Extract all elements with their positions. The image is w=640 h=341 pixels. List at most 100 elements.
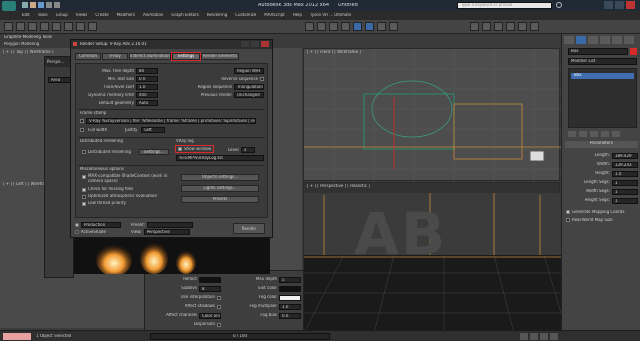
mat-checkbox[interactable] — [217, 322, 221, 327]
dialog-maximize-icon[interactable] — [251, 41, 259, 47]
close-icon[interactable] — [626, 1, 635, 9]
search-icon[interactable] — [556, 2, 562, 8]
setting-dropdown[interactable]: Auto — [136, 100, 158, 106]
tab-common[interactable]: Common — [75, 53, 101, 60]
distributed-checkbox[interactable] — [82, 150, 86, 154]
material-editor-icon[interactable] — [353, 22, 362, 31]
mat-checkbox[interactable] — [217, 295, 221, 300]
vray-icon-4[interactable] — [506, 22, 515, 31]
presets-button[interactable]: Presets — [181, 196, 259, 203]
link-icon[interactable] — [28, 22, 37, 31]
frame-stamp-field[interactable]: V-Ray %vrayversion | file: %filename | f… — [86, 118, 256, 124]
save-file-icon[interactable] — [38, 2, 44, 8]
setting-value[interactable]: 0.0 — [136, 76, 158, 82]
show-window-checkbox[interactable] — [178, 147, 182, 152]
show-end-result-icon[interactable] — [579, 131, 587, 137]
play-icon[interactable] — [520, 333, 528, 340]
level-field[interactable]: 3 — [240, 147, 255, 153]
menu-item-maxscript[interactable]: MAXScript — [264, 13, 285, 17]
menu-item-edit[interactable]: Edit — [22, 13, 30, 17]
viewport-top-right[interactable]: [ + ] [ Front ] [ Wireframe ] — [303, 48, 561, 182]
utilities-tab-icon[interactable] — [624, 36, 634, 44]
view-dropdown[interactable]: Perspective — [143, 229, 190, 235]
stack-item-box[interactable]: Box — [571, 73, 634, 79]
setting-dropdown[interactable]: Triangulation — [234, 84, 264, 90]
activeshade-radio[interactable] — [75, 230, 79, 234]
mat-value[interactable]: Color only — [199, 312, 221, 319]
align-icon[interactable] — [341, 22, 350, 31]
minimize-icon[interactable] — [604, 1, 613, 9]
menu-item-modifiers[interactable]: Modifiers — [117, 13, 135, 17]
object-name-field[interactable]: Box — [568, 48, 628, 55]
display-tab-icon[interactable] — [612, 36, 622, 44]
real-world-checkbox[interactable] — [566, 218, 570, 222]
distributed-settings-button[interactable]: Settings... — [138, 149, 170, 155]
mirror-icon[interactable] — [329, 22, 338, 31]
param-value[interactable]: 139.243 — [612, 161, 638, 168]
objects-settings-button[interactable]: Objects settings... — [181, 174, 259, 181]
frame-area-field[interactable]: Area — [48, 77, 72, 83]
misc-option-checkbox[interactable] — [82, 194, 86, 199]
full-width-checkbox[interactable] — [80, 128, 84, 132]
pin-stack-icon[interactable] — [568, 131, 576, 137]
ribbon-tab[interactable]: Graphite Modeling Tools — [4, 35, 52, 39]
menu-item-animation[interactable]: Animation — [143, 13, 163, 17]
modifier-list-dropdown[interactable]: Modifier List — [568, 58, 637, 65]
setting-value[interactable]: 80 — [136, 68, 158, 74]
misc-option-checkbox[interactable] — [82, 187, 86, 192]
redo-tool-icon[interactable] — [16, 22, 25, 31]
setting-value[interactable]: 400 — [136, 92, 158, 98]
snap-icon[interactable] — [305, 22, 314, 31]
configure-sets-icon[interactable] — [612, 131, 620, 137]
vray-icon-5[interactable] — [518, 22, 527, 31]
render-button[interactable]: Render — [233, 223, 265, 234]
param-value[interactable]: 189.429 — [612, 152, 638, 159]
maximize-icon[interactable] — [615, 1, 624, 9]
vray-icon-1[interactable] — [470, 22, 479, 31]
mat-swatch[interactable] — [279, 285, 301, 292]
menu-item-rendering[interactable]: Rendering — [207, 13, 227, 17]
tab-settings[interactable]: Settings — [171, 52, 201, 61]
justify-dropdown[interactable]: Left — [141, 127, 166, 133]
dialog-minimize-icon[interactable] — [241, 41, 249, 47]
remove-modifier-icon[interactable] — [601, 131, 609, 137]
time-slider[interactable]: 0 / 100 — [150, 333, 330, 340]
redo-icon[interactable] — [54, 2, 60, 8]
vray-icon-2[interactable] — [482, 22, 491, 31]
mat-value[interactable]: 5 — [279, 276, 301, 283]
reverse-sequence-checkbox[interactable] — [260, 77, 264, 81]
vray-icon-3[interactable] — [494, 22, 503, 31]
menu-item-graph-editors[interactable]: Graph Editors — [171, 13, 198, 17]
select-icon[interactable] — [52, 22, 61, 31]
mat-value[interactable]: 0.0 — [279, 312, 301, 319]
undo-tool-icon[interactable] — [4, 22, 13, 31]
viewport-perspective[interactable]: [ + ] [ Perspective ] [ Realistic ] AB — [303, 182, 561, 333]
setting-value[interactable]: 1.0 — [136, 84, 158, 90]
object-color-swatch[interactable] — [630, 48, 637, 55]
preset-dropdown[interactable] — [146, 222, 193, 228]
mat-value[interactable]: 1.0 — [279, 303, 301, 310]
param-value[interactable]: 1.0 — [612, 170, 638, 177]
render-icon[interactable] — [389, 22, 398, 31]
create-tab-icon[interactable] — [564, 36, 574, 44]
param-value[interactable]: 1 — [612, 188, 638, 195]
frame-stamp-checkbox[interactable] — [80, 119, 84, 123]
tab-indirect-illumination[interactable]: Indirect illumination — [129, 53, 171, 60]
render-frame-icon[interactable] — [377, 22, 386, 31]
region-wh-dropdown[interactable]: Region W/H — [234, 68, 264, 74]
menu-item-customize[interactable]: Customize — [235, 13, 256, 17]
production-radio[interactable] — [75, 223, 79, 227]
rotate-icon[interactable] — [76, 22, 85, 31]
next-frame-icon[interactable] — [540, 333, 548, 340]
gen-mapping-checkbox[interactable] — [566, 210, 570, 214]
app-logo-icon[interactable] — [2, 1, 16, 11]
new-file-icon[interactable] — [22, 2, 28, 8]
render-setup-icon[interactable] — [365, 22, 374, 31]
param-value[interactable]: 1 — [612, 197, 638, 204]
key-mode-icon[interactable] — [550, 333, 558, 340]
menu-item-help[interactable]: Help — [293, 13, 302, 17]
dialog-close-icon[interactable] — [261, 41, 269, 47]
mat-checkbox[interactable] — [217, 304, 221, 309]
hierarchy-tab-icon[interactable] — [588, 36, 598, 44]
prev-frame-icon[interactable] — [530, 333, 538, 340]
